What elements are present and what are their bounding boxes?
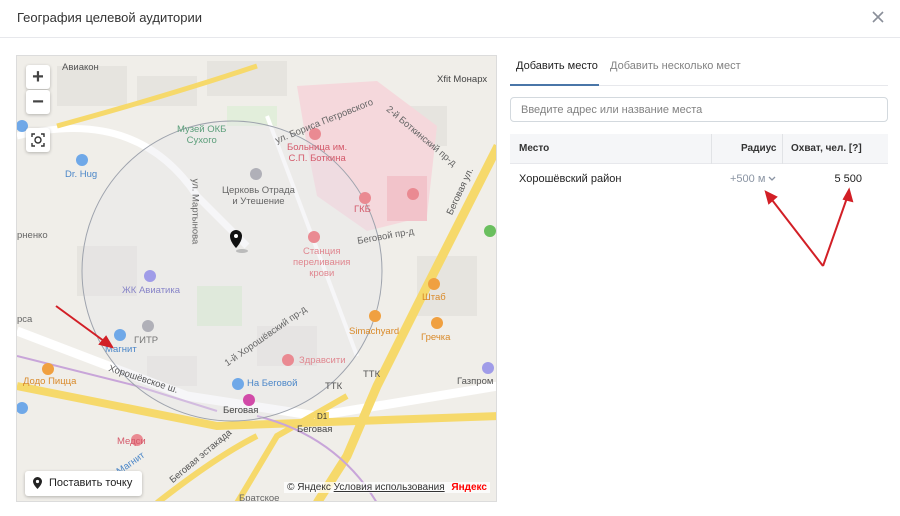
arrow-line [822,194,849,267]
map-label: ГИТР [134,335,159,346]
header-reach: Охват, чел. [?] [791,143,862,154]
map-label: ул. Мартынова [189,178,201,245]
map-label: Simachyard [349,326,400,337]
map-label: ТТК [325,381,343,392]
map-label: ГКБ [354,204,371,215]
map-label: Dr. Hug [65,169,98,180]
map-label: Братское [239,493,280,502]
header-radius: Радиус [741,143,777,154]
map-label: Беговая [223,405,259,416]
column-separator [782,134,783,164]
copyright-text: © Яндекс [287,482,331,493]
map-canvas [17,56,496,501]
row-radius-value: +500 м [730,173,766,185]
tab-add-multiple-places[interactable]: Добавить несколько мест [610,60,741,72]
map-label: Музей ОКБ Сухого [177,124,227,146]
geolocation-icon [31,133,45,147]
place-point-label: Поставить точку [49,477,133,489]
row-place: Хорошёвский район [519,173,622,185]
place-point-button[interactable]: Поставить точку [25,471,143,496]
zoom-in-button[interactable]: + [26,65,50,89]
header-place: Место [519,143,550,154]
chevron-down-icon [769,176,776,181]
map-label: Гречка [421,332,451,343]
places-table: Место Радиус Охват, чел. [?] Хорошёвский… [510,134,888,196]
row-reach: 5 500 [834,173,862,185]
tab-bar: Добавить место Добавить несколько мест [510,56,888,86]
close-icon[interactable] [870,9,886,25]
map-label: Беговая [297,424,333,435]
map-label: Церковь Отрада и Утешение [222,185,295,207]
column-separator [711,134,712,164]
zoom-out-button[interactable]: − [26,90,50,114]
audience-geo-modal: География целевой аудитории Авиакон Xfit… [0,0,900,516]
map-label: Газпром [457,376,494,387]
map-label: Станция переливания крови [293,246,351,279]
map-copyright: © Яндекс Условия использования Яндекс [284,482,490,493]
map-label: Медси [117,436,146,447]
map-label: Магнит [105,344,137,355]
map-label: D1 [315,412,330,421]
row-radius-select[interactable]: +500 м [730,173,776,185]
map-label: рненко [17,230,48,241]
active-tab-indicator [510,84,599,86]
map-label: На Беговой [247,378,298,389]
arrow-line [768,195,824,267]
table-row: Хорошёвский район +500 м 5 500 [510,164,888,196]
map-label: Штаб [422,292,446,303]
geolocation-button[interactable] [26,128,50,152]
map-label: ЖК Авиатика [122,285,181,296]
map-pin-icon [33,477,42,489]
map-label: Xfit Монарх [437,74,488,85]
table-header: Место Радиус Охват, чел. [?] [510,134,888,164]
tab-add-place[interactable]: Добавить место [516,60,598,72]
terms-link[interactable]: Условия использования [334,482,445,493]
map[interactable]: Авиакон Xfit Монарх ул. Бориса Петровско… [16,55,497,502]
map-label: Авиакон [62,62,99,73]
address-search-input[interactable] [510,97,888,122]
map-label: Здравсити [299,355,346,366]
map-label: рса [17,314,33,325]
map-label: ТТК [363,369,381,380]
modal-header: География целевой аудитории [0,0,900,38]
map-label: Больница им. С.П. Боткина [287,142,348,164]
map-label: Додо Пицца [23,376,77,387]
modal-title: География целевой аудитории [17,10,203,25]
yandex-logo: Яндекс [451,482,487,493]
